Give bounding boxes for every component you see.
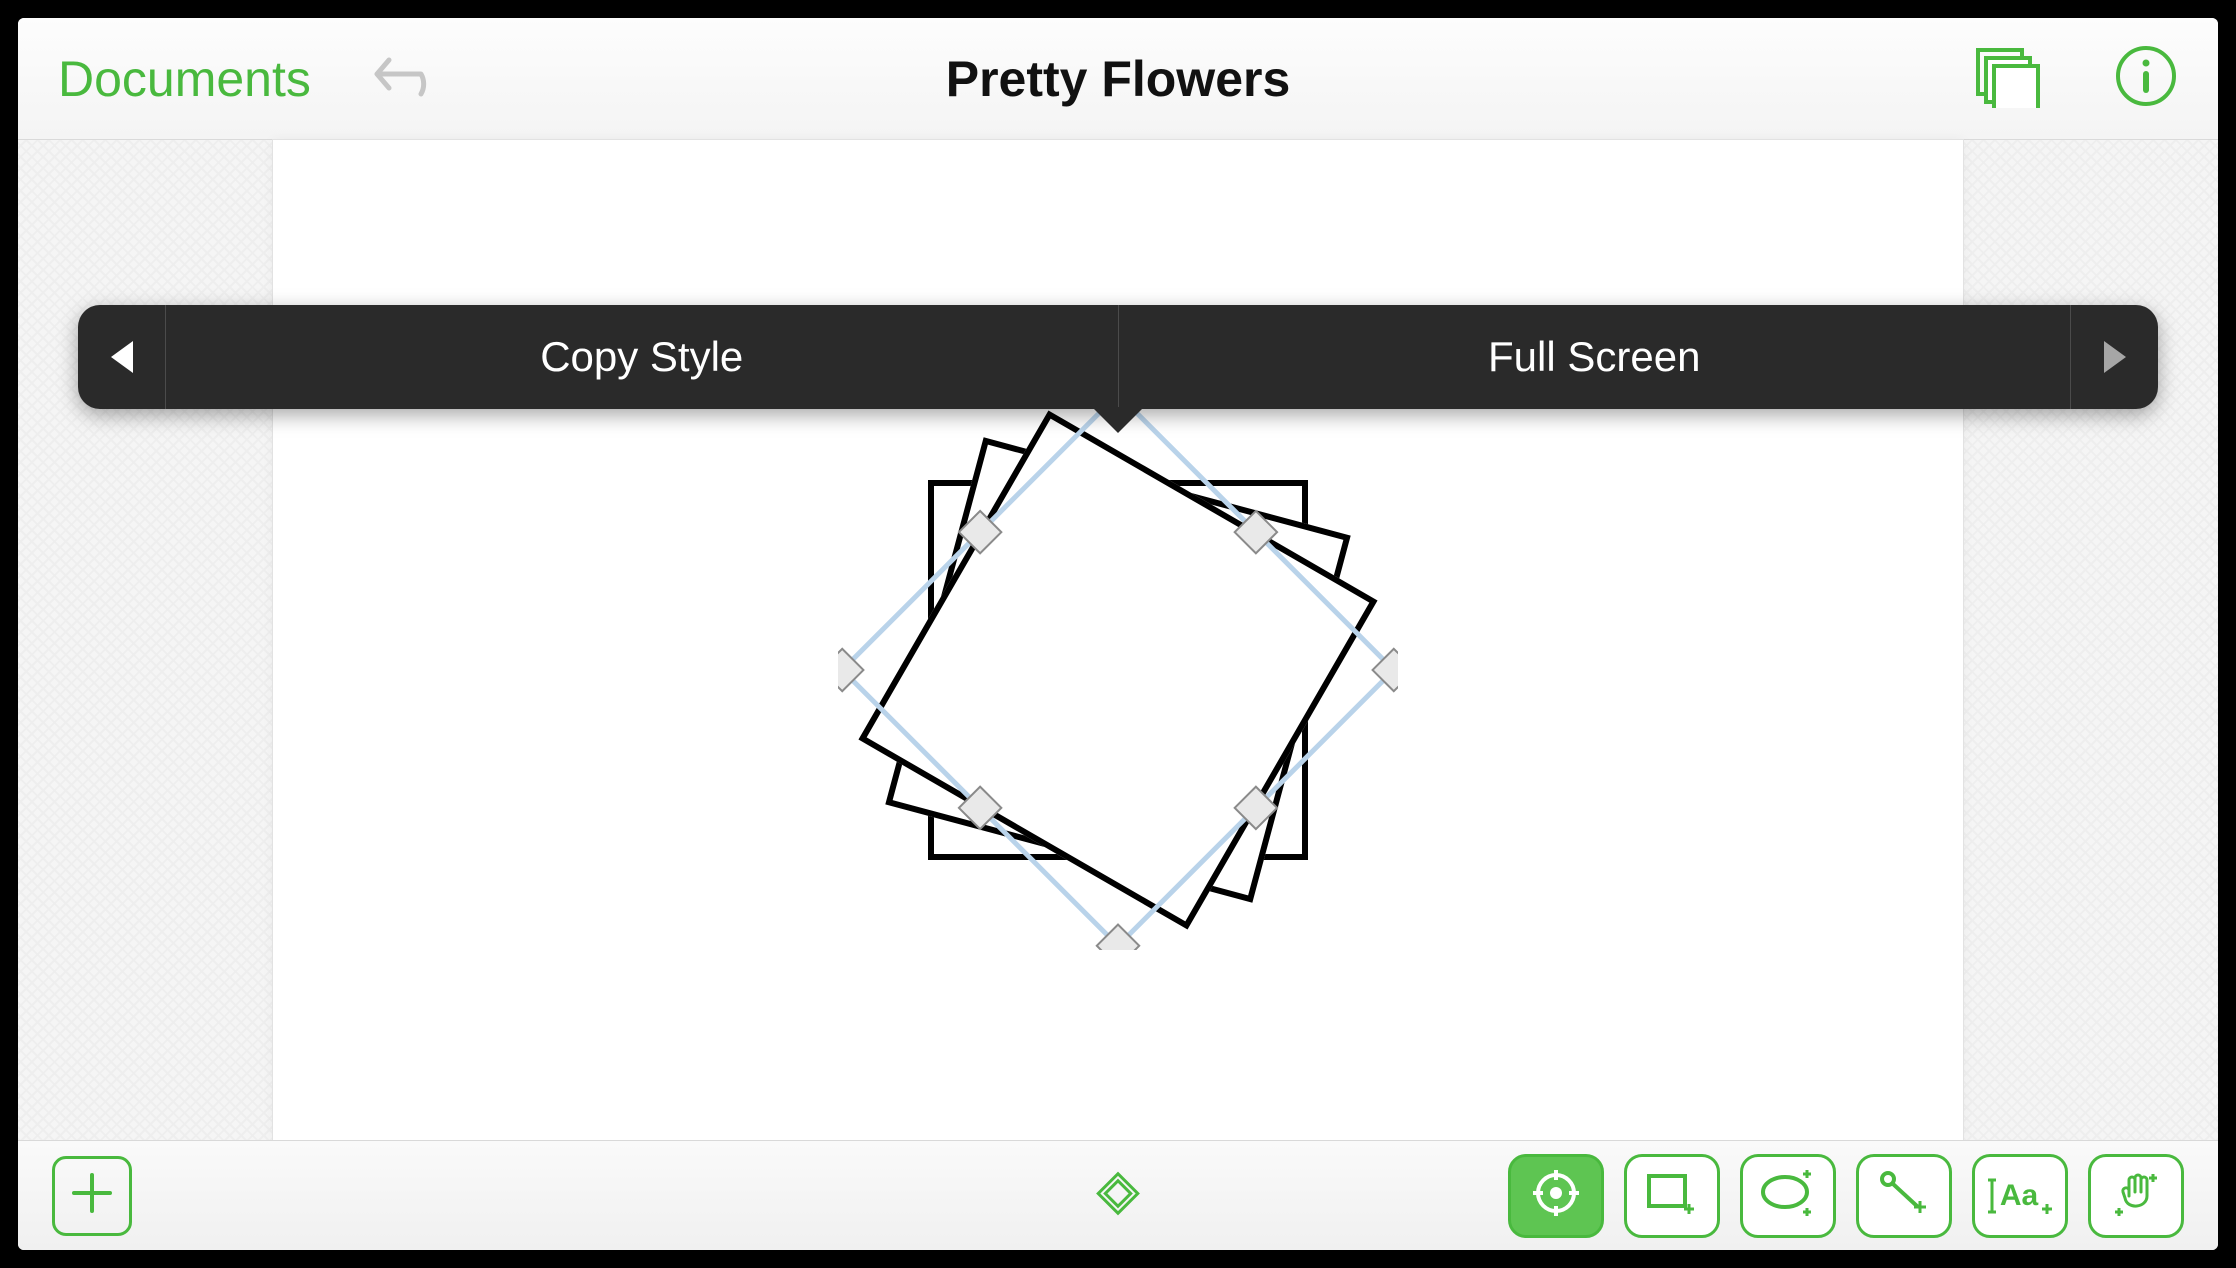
ellipse-tool-button[interactable] [1740, 1154, 1836, 1238]
undo-icon [371, 48, 449, 109]
bottombar: Aa [18, 1140, 2218, 1250]
canvas-page[interactable] [273, 140, 1963, 1140]
shape-indicator [1094, 1169, 1142, 1222]
rectangle-tool-button[interactable] [1624, 1154, 1720, 1238]
tool-palette: Aa [1508, 1154, 2184, 1238]
topbar-left: Documents [58, 48, 449, 109]
topbar: Documents Pretty Flowers [18, 18, 2218, 140]
rectangle-tool-icon [1643, 1168, 1701, 1223]
stencils-icon [1972, 44, 2044, 113]
device-frame: Documents Pretty Flowers [0, 0, 2236, 1268]
copy-style-button[interactable]: Copy Style [166, 305, 1118, 409]
undo-button[interactable] [371, 48, 449, 109]
add-button[interactable] [52, 1156, 132, 1236]
selection-handles[interactable] [838, 390, 1398, 950]
documents-button[interactable]: Documents [58, 50, 311, 108]
full-screen-button[interactable]: Full Screen [1118, 305, 2071, 409]
selection-tool-button[interactable] [1508, 1154, 1604, 1238]
selection-tool-icon [1529, 1166, 1583, 1225]
topbar-right [1972, 44, 2178, 113]
stencils-button[interactable] [1972, 44, 2044, 113]
line-tool-button[interactable] [1856, 1154, 1952, 1238]
info-icon [2114, 44, 2178, 113]
popover-next-button[interactable] [2070, 305, 2158, 409]
line-tool-icon [1876, 1167, 1932, 1224]
app-screen: Documents Pretty Flowers [18, 18, 2218, 1250]
popover-prev-button[interactable] [78, 305, 166, 409]
diamond-indicator-icon [1094, 1204, 1142, 1221]
context-popover: Copy Style Full Screen [78, 305, 2158, 409]
text-tool-glyph: Aa [2000, 1179, 2038, 1213]
canvas-background: Copy Style Full Screen [18, 140, 2218, 1140]
text-tool-button[interactable]: Aa [1972, 1154, 2068, 1238]
info-button[interactable] [2114, 44, 2178, 113]
chevron-left-icon [111, 341, 133, 373]
ellipse-tool-icon [1757, 1168, 1819, 1223]
chevron-right-icon [2104, 341, 2126, 373]
hand-tool-icon [2109, 1166, 2163, 1225]
freehand-tool-button[interactable] [2088, 1154, 2184, 1238]
add-icon [68, 1169, 116, 1222]
document-title: Pretty Flowers [946, 50, 1291, 108]
text-tool-icon: Aa [1986, 1176, 2054, 1216]
